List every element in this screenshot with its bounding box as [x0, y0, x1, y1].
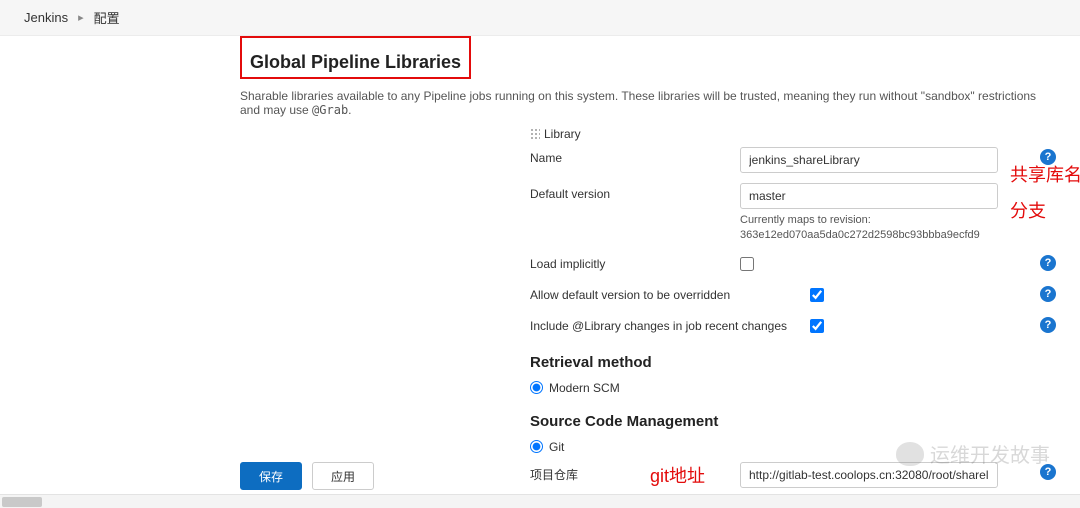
- horizontal-scrollbar[interactable]: [0, 494, 1080, 508]
- row-git: Git: [530, 440, 1056, 454]
- row-repo: 项目仓库 ? git地址: [530, 462, 1056, 488]
- revision-note: Currently maps to revision: 363e12ed070a…: [740, 213, 1000, 243]
- library-header: Library: [530, 127, 1056, 141]
- help-icon[interactable]: ?: [1040, 317, 1056, 333]
- checkbox-load-implicitly[interactable]: [740, 257, 754, 271]
- input-library-name[interactable]: [740, 147, 998, 173]
- breadcrumb-current: 配置: [94, 8, 120, 27]
- checkbox-include-changes[interactable]: [810, 319, 824, 333]
- label-repo: 项目仓库: [530, 462, 740, 483]
- help-icon[interactable]: ?: [1040, 255, 1056, 271]
- label-git: Git: [549, 440, 564, 454]
- radio-modern-scm[interactable]: [530, 381, 543, 394]
- breadcrumb: Jenkins ▸ 配置: [0, 0, 1080, 36]
- help-icon[interactable]: ?: [1040, 286, 1056, 302]
- footer-actions: 保存 应用: [240, 462, 374, 490]
- checkbox-allow-override[interactable]: [810, 288, 824, 302]
- row-default-version: Default version Currently maps to revisi…: [530, 183, 1056, 243]
- annotation-branch: 分支: [1010, 197, 1046, 223]
- help-icon[interactable]: ?: [1040, 464, 1056, 480]
- section-title: Global Pipeline Libraries: [246, 46, 465, 77]
- row-include-changes: Include @Library changes in job recent c…: [530, 315, 1056, 336]
- row-allow-override: Allow default version to be overridden ?: [530, 284, 1056, 305]
- label-default-version: Default version: [530, 183, 740, 201]
- drag-handle-icon[interactable]: [530, 128, 540, 140]
- label-include-changes: Include @Library changes in job recent c…: [530, 315, 810, 333]
- help-icon[interactable]: ?: [1040, 149, 1056, 165]
- main-content: Global Pipeline Libraries Sharable libra…: [0, 36, 1080, 508]
- save-button[interactable]: 保存: [240, 462, 302, 490]
- library-header-label: Library: [544, 127, 581, 141]
- label-modern-scm: Modern SCM: [549, 381, 620, 395]
- scrollbar-thumb[interactable]: [2, 497, 42, 507]
- label-allow-override: Allow default version to be overridden: [530, 284, 810, 302]
- input-default-version[interactable]: [740, 183, 998, 209]
- library-block: Library Name ? 共享库名字 Default version Cur…: [530, 127, 1056, 508]
- input-repo-url[interactable]: [740, 462, 998, 488]
- row-library-name: Name ? 共享库名字: [530, 147, 1056, 173]
- scm-title: Source Code Management: [530, 413, 1056, 430]
- row-modern-scm: Modern SCM: [530, 381, 1056, 395]
- label-load-implicitly: Load implicitly: [530, 253, 740, 271]
- highlight-box: Global Pipeline Libraries: [240, 36, 471, 79]
- retrieval-title: Retrieval method: [530, 354, 1056, 371]
- radio-git[interactable]: [530, 440, 543, 453]
- row-load-implicitly: Load implicitly ?: [530, 253, 1056, 274]
- page-scroll[interactable]: Jenkins ▸ 配置 Global Pipeline Libraries S…: [0, 0, 1080, 508]
- section-description: Sharable libraries available to any Pipe…: [240, 89, 1056, 117]
- chevron-right-icon: ▸: [78, 11, 84, 24]
- breadcrumb-root-link[interactable]: Jenkins: [24, 10, 68, 25]
- label-name: Name: [530, 147, 740, 165]
- apply-button[interactable]: 应用: [312, 462, 374, 490]
